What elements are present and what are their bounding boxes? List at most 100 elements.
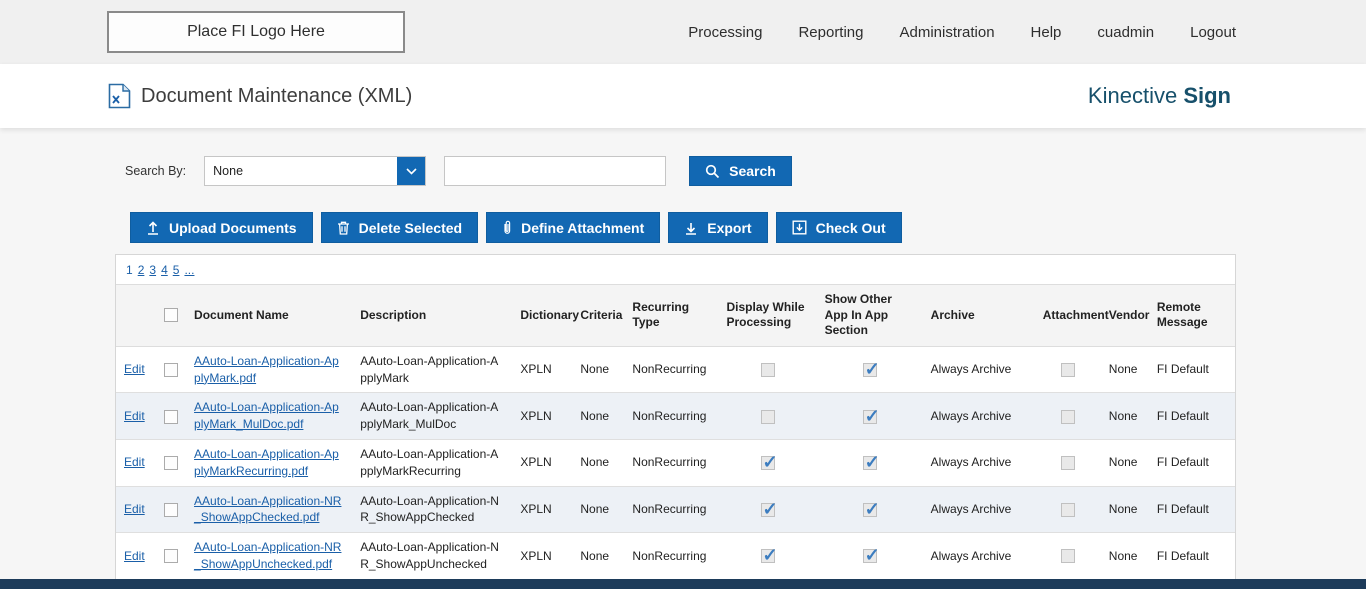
display-while-processing-checkbox[interactable]	[761, 363, 775, 377]
search-by-dropdown[interactable]: None	[204, 156, 426, 186]
row-select-checkbox[interactable]	[164, 503, 178, 517]
upload-documents-button[interactable]: Upload Documents	[130, 212, 313, 243]
description-cell: AAuto-Loan-Application-NR_ShowAppUncheck…	[352, 533, 512, 580]
row-select-checkbox[interactable]	[164, 456, 178, 470]
table-row: Edit AAuto-Loan-Application-ApplyMarkRecu…	[116, 439, 1235, 486]
xml-document-icon	[108, 83, 131, 109]
page-link-1[interactable]: 1	[126, 263, 133, 277]
criteria-cell: None	[572, 486, 624, 533]
attachment-checkbox[interactable]	[1061, 503, 1075, 517]
show-other-app-checkbox[interactable]	[863, 456, 877, 470]
edit-link[interactable]: Edit	[124, 502, 145, 516]
paperclip-icon	[502, 220, 512, 235]
remote-message-cell: FI Default	[1149, 486, 1235, 533]
documents-table: Document Name Description Dictionary Cri…	[116, 284, 1235, 589]
top-nav: Processing Reporting Administration Help cua…	[688, 24, 1236, 41]
vendor-cell: None	[1101, 533, 1149, 580]
row-select-checkbox[interactable]	[164, 549, 178, 563]
chevron-down-icon[interactable]	[397, 157, 425, 185]
upload-icon	[146, 221, 160, 235]
page-title: Document Maintenance (XML)	[141, 85, 412, 108]
check-out-button[interactable]: Check Out	[776, 212, 902, 243]
table-header-row: Document Name Description Dictionary Cri…	[116, 285, 1235, 347]
remote-message-cell: FI Default	[1149, 346, 1235, 393]
col-show-other-app: Show Other App In App Section	[817, 285, 923, 347]
document-name-link[interactable]: AAuto-Loan-Application-NR_ShowAppChecked…	[194, 494, 341, 525]
document-name-link[interactable]: AAuto-Loan-Application-ApplyMark.pdf	[194, 354, 339, 385]
dictionary-cell: XPLN	[512, 486, 572, 533]
show-other-app-checkbox[interactable]	[863, 503, 877, 517]
delete-selected-button[interactable]: Delete Selected	[321, 212, 479, 243]
edit-link[interactable]: Edit	[124, 549, 145, 563]
toolbar: Upload Documents Delete Selected Define …	[130, 212, 1366, 243]
recurring-type-cell: NonRecurring	[624, 393, 718, 440]
documents-table-card: 12345... Document Name Description Dicti…	[115, 254, 1236, 589]
edit-link[interactable]: Edit	[124, 409, 145, 423]
nav-item-logout[interactable]: Logout	[1190, 24, 1236, 41]
show-other-app-checkbox[interactable]	[863, 410, 877, 424]
define-attachment-button[interactable]: Define Attachment	[486, 212, 660, 243]
attachment-checkbox[interactable]	[1061, 363, 1075, 377]
dictionary-cell: XPLN	[512, 533, 572, 580]
show-other-app-checkbox[interactable]	[863, 549, 877, 563]
table-row: Edit AAuto-Loan-Application-NR_ShowAppChe…	[116, 486, 1235, 533]
search-row: Search By: None Search	[125, 156, 1366, 186]
export-button[interactable]: Export	[668, 212, 767, 243]
download-icon	[684, 221, 698, 235]
col-description: Description	[352, 285, 512, 347]
row-select-checkbox[interactable]	[164, 410, 178, 424]
display-while-processing-checkbox[interactable]	[761, 456, 775, 470]
attachment-checkbox[interactable]	[1061, 456, 1075, 470]
vendor-cell: None	[1101, 346, 1149, 393]
col-archive: Archive	[923, 285, 1035, 347]
table-row: Edit AAuto-Loan-Application-ApplyMark_Mul…	[116, 393, 1235, 440]
edit-link[interactable]: Edit	[124, 362, 145, 376]
nav-item-processing[interactable]: Processing	[688, 24, 762, 41]
display-while-processing-checkbox[interactable]	[761, 410, 775, 424]
nav-item-help[interactable]: Help	[1031, 24, 1062, 41]
page-link-4[interactable]: 4	[161, 263, 168, 277]
nav-item-reporting[interactable]: Reporting	[798, 24, 863, 41]
col-remote-message: Remote Message	[1149, 285, 1235, 347]
page-link-2[interactable]: 2	[138, 263, 145, 277]
recurring-type-cell: NonRecurring	[624, 439, 718, 486]
show-other-app-checkbox[interactable]	[863, 363, 877, 377]
trash-icon	[337, 221, 350, 235]
row-select-checkbox[interactable]	[164, 363, 178, 377]
criteria-cell: None	[572, 346, 624, 393]
document-name-link[interactable]: AAuto-Loan-Application-NR_ShowAppUncheck…	[194, 540, 341, 571]
brand-logo: Kinective Sign	[1088, 83, 1231, 109]
col-document-name: Document Name	[186, 285, 352, 347]
archive-cell: Always Archive	[923, 439, 1035, 486]
edit-link[interactable]: Edit	[124, 455, 145, 469]
dictionary-cell: XPLN	[512, 346, 572, 393]
recurring-type-cell: NonRecurring	[624, 346, 718, 393]
select-all-checkbox[interactable]	[164, 308, 178, 322]
display-while-processing-checkbox[interactable]	[761, 549, 775, 563]
display-while-processing-checkbox[interactable]	[761, 503, 775, 517]
nav-item-cuadmin[interactable]: cuadmin	[1097, 24, 1154, 41]
nav-item-administration[interactable]: Administration	[900, 24, 995, 41]
search-icon	[705, 164, 720, 179]
attachment-checkbox[interactable]	[1061, 410, 1075, 424]
attachment-checkbox[interactable]	[1061, 549, 1075, 563]
main-content: Search By: None Search Upload Documents	[0, 128, 1366, 589]
remote-message-cell: FI Default	[1149, 393, 1235, 440]
archive-cell: Always Archive	[923, 346, 1035, 393]
col-vendor: Vendor	[1101, 285, 1149, 347]
search-button[interactable]: Search	[689, 156, 792, 186]
document-name-link[interactable]: AAuto-Loan-Application-ApplyMarkRecurrin…	[194, 447, 339, 478]
search-input[interactable]	[444, 156, 666, 186]
recurring-type-cell: NonRecurring	[624, 533, 718, 580]
page-link-...[interactable]: ...	[184, 263, 194, 277]
page-link-5[interactable]: 5	[173, 263, 180, 277]
document-name-link[interactable]: AAuto-Loan-Application-ApplyMark_MulDoc.…	[194, 400, 339, 431]
recurring-type-cell: NonRecurring	[624, 486, 718, 533]
pagination: 12345...	[116, 255, 1235, 284]
col-dictionary: Dictionary	[512, 285, 572, 347]
archive-cell: Always Archive	[923, 486, 1035, 533]
archive-cell: Always Archive	[923, 533, 1035, 580]
page-header: Document Maintenance (XML) Kinective Sig…	[0, 64, 1366, 128]
archive-cell: Always Archive	[923, 393, 1035, 440]
page-link-3[interactable]: 3	[149, 263, 156, 277]
